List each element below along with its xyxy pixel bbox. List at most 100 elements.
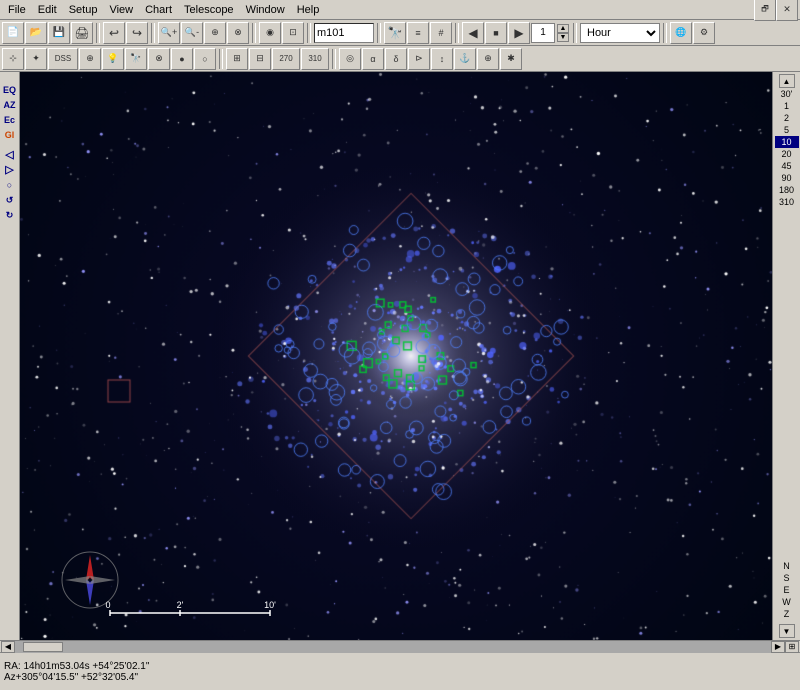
tool11[interactable]: ⚙	[693, 22, 715, 44]
left-tool4[interactable]: ↺	[2, 193, 18, 207]
sep8	[663, 23, 667, 43]
tb2-btn15[interactable]: δ	[385, 48, 407, 70]
menu-file[interactable]: File	[2, 2, 32, 18]
tool6[interactable]: ⊡	[282, 22, 304, 44]
close-btn[interactable]: ✕	[776, 0, 798, 21]
zoom-20[interactable]: 20	[775, 148, 799, 160]
zoom-in-button[interactable]: 🔍+	[158, 22, 180, 44]
next-button[interactable]: ▶	[508, 22, 530, 44]
menu-telescope[interactable]: Telescope	[178, 2, 240, 18]
stop-button[interactable]: ■	[485, 22, 507, 44]
left-tool2[interactable]: ▷	[2, 163, 18, 177]
zoom-1[interactable]: 1	[775, 100, 799, 112]
scale-bar: 0 2' 10'	[100, 600, 300, 620]
menu-chart[interactable]: Chart	[139, 2, 178, 18]
zoom-310[interactable]: 310	[775, 196, 799, 208]
tb2-btn2[interactable]: ✦	[25, 48, 47, 70]
target-input[interactable]	[314, 23, 374, 43]
menu-window[interactable]: Window	[240, 2, 291, 18]
tb2-btn3[interactable]: ⊕	[79, 48, 101, 70]
menu-edit[interactable]: Edit	[32, 2, 63, 18]
right-panel: ▲ 30' 1 2 5 10 20 45 90 180 310 N S E W …	[772, 72, 800, 640]
redo-button[interactable]: ↪	[126, 22, 148, 44]
scrollbar-thumb[interactable]	[23, 642, 63, 652]
menu-view[interactable]: View	[103, 2, 139, 18]
tool9[interactable]: #	[430, 22, 452, 44]
toolbar1: 📄 📂 💾 🖨 ↩ ↪ 🔍+ 🔍- ⊕ ⊗ ◉ ⊡ 🔭 ≡ # ◀ ■ ▶ 1 …	[0, 20, 800, 46]
zoom-out-button[interactable]: 🔍-	[181, 22, 203, 44]
tb2-btn19[interactable]: ⊕	[477, 48, 499, 70]
tb2-btn9[interactable]: ⊞	[226, 48, 248, 70]
undo-button[interactable]: ↩	[103, 22, 125, 44]
zoom-90[interactable]: 90	[775, 172, 799, 184]
zoom-45[interactable]: 45	[775, 160, 799, 172]
compass-s[interactable]: S	[775, 572, 799, 584]
scroll-up[interactable]: ▲	[779, 74, 795, 88]
step-value: 1	[531, 23, 555, 43]
print-button[interactable]: 🖨	[71, 22, 93, 44]
compass-e[interactable]: E	[775, 584, 799, 596]
tb2-dss[interactable]: DSS	[48, 48, 78, 70]
star-canvas	[20, 72, 772, 640]
zoom-5[interactable]: 5	[775, 124, 799, 136]
zoom-30[interactable]: 30'	[775, 88, 799, 100]
sep7	[573, 23, 577, 43]
tb2-btn5[interactable]: 🔭	[125, 48, 147, 70]
coords-bar: RA: 14h01m53.04s +54°25'02.1" Az+305°04'…	[0, 652, 800, 690]
corner-box: ⊞	[785, 641, 799, 653]
step-down[interactable]: ▼	[557, 33, 569, 42]
ec-button[interactable]: Ec	[2, 113, 18, 127]
sky-view[interactable]: 0 2' 10'	[20, 72, 772, 640]
save-button[interactable]: 💾	[48, 22, 70, 44]
tb2-btn16[interactable]: ⊳	[408, 48, 430, 70]
tb2-btn4[interactable]: 💡	[102, 48, 124, 70]
zoom-10[interactable]: 10	[775, 136, 799, 148]
tool5[interactable]: ◉	[259, 22, 281, 44]
tb2-btn17[interactable]: ↕	[431, 48, 453, 70]
tb2-btn12[interactable]: 310	[301, 48, 329, 70]
tb2-btn14[interactable]: α	[362, 48, 384, 70]
tb2-btn13[interactable]: ◎	[339, 48, 361, 70]
sep3	[252, 23, 256, 43]
left-tool1[interactable]: ◁	[2, 148, 18, 162]
az-button[interactable]: AZ	[2, 98, 18, 112]
tb2-btn11[interactable]: 270	[272, 48, 300, 70]
svg-text:10': 10'	[264, 600, 276, 610]
tb2-btn18[interactable]: ⚓	[454, 48, 476, 70]
menu-help[interactable]: Help	[291, 2, 326, 18]
coords-ra: RA: 14h01m53.04s +54°25'02.1"	[4, 661, 796, 672]
tool8[interactable]: ≡	[407, 22, 429, 44]
tool10[interactable]: 🌐	[670, 22, 692, 44]
tb2-btn20[interactable]: ✱	[500, 48, 522, 70]
eq-button[interactable]: EQ	[2, 83, 18, 97]
hour-select[interactable]: Hour Minute Second Day	[580, 23, 660, 43]
tb2-btn8[interactable]: ○	[194, 48, 216, 70]
scroll-left[interactable]: ◀	[1, 641, 15, 653]
compass-n[interactable]: N	[775, 560, 799, 572]
step-up[interactable]: ▲	[557, 24, 569, 33]
tool4[interactable]: ⊗	[227, 22, 249, 44]
scroll-right[interactable]: ▶	[771, 641, 785, 653]
tool3[interactable]: ⊕	[204, 22, 226, 44]
left-tool3[interactable]: ○	[2, 178, 18, 192]
tb2-btn7[interactable]: ●	[171, 48, 193, 70]
new-button[interactable]: 📄	[2, 22, 24, 44]
open-button[interactable]: 📂	[25, 22, 47, 44]
tb2-btn1[interactable]: ⊹	[2, 48, 24, 70]
prev-button[interactable]: ◀	[462, 22, 484, 44]
scroll-down[interactable]: ▼	[779, 624, 795, 638]
gl-button[interactable]: Gl	[2, 128, 18, 142]
compass-w[interactable]: W	[775, 596, 799, 608]
menubar: File Edit Setup View Chart Telescope Win…	[0, 0, 800, 20]
restore-btn[interactable]: 🗗	[754, 0, 776, 21]
scrollbar-horizontal[interactable]: ◀ ▶ ⊞	[0, 640, 800, 652]
menu-setup[interactable]: Setup	[63, 2, 104, 18]
sep2	[151, 23, 155, 43]
zoom-2[interactable]: 2	[775, 112, 799, 124]
compass-z[interactable]: Z	[775, 608, 799, 620]
tb2-btn6[interactable]: ⊗	[148, 48, 170, 70]
find-button[interactable]: 🔭	[384, 22, 406, 44]
tb2-btn10[interactable]: ⊟	[249, 48, 271, 70]
zoom-180[interactable]: 180	[775, 184, 799, 196]
left-tool5[interactable]: ↻	[2, 208, 18, 222]
